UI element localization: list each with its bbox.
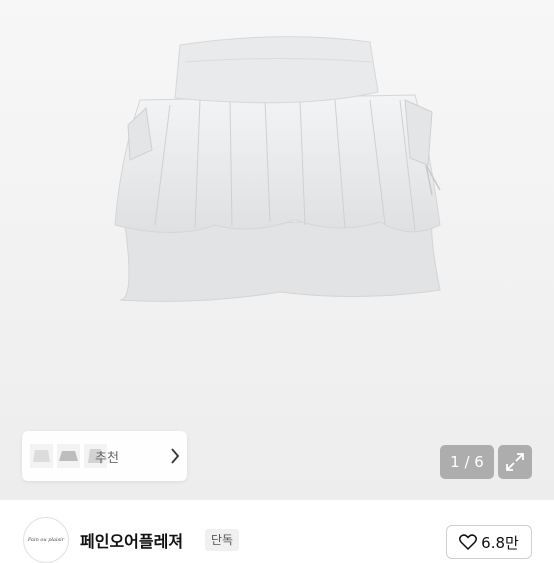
product-image-skirt bbox=[114, 36, 441, 302]
shop-logo[interactable]: Pain ou plaisir bbox=[23, 517, 69, 563]
product-image-gallery[interactable]: 추천 1 / 6 bbox=[0, 0, 554, 500]
expand-icon bbox=[506, 453, 524, 471]
heart-icon bbox=[459, 534, 478, 550]
shop-logo-text: Pain ou plaisir bbox=[27, 537, 65, 543]
expand-button[interactable] bbox=[498, 445, 532, 479]
image-counter: 1 / 6 bbox=[440, 445, 494, 479]
similar-thumbnail-2 bbox=[57, 444, 80, 468]
similar-thumbnail-1 bbox=[30, 444, 53, 468]
similar-items-card[interactable]: 추천 bbox=[22, 431, 187, 481]
like-count: 6.8만 bbox=[481, 533, 519, 552]
chevron-right-icon bbox=[171, 448, 180, 464]
similar-items-label: 추천 bbox=[95, 450, 119, 466]
shop-name[interactable]: 페인오어플레져 bbox=[80, 528, 183, 552]
exclusive-badge: 단독 bbox=[205, 529, 240, 551]
